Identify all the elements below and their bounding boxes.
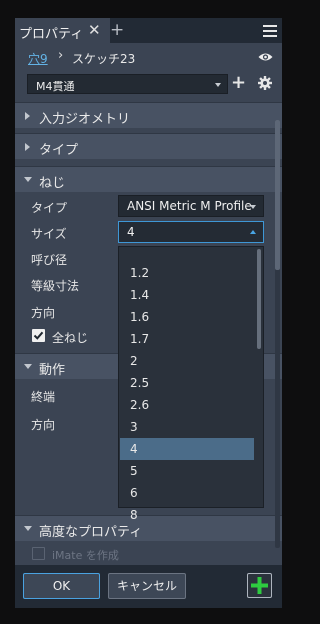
configuration-select[interactable]: M4貫通	[27, 74, 228, 94]
size-option-label: 1.6	[130, 310, 150, 324]
caret-down-icon	[215, 83, 221, 87]
breadcrumb-feature-link[interactable]: 穴9	[28, 50, 48, 66]
section-input-geometry[interactable]: 入力ジオメトリ	[15, 102, 282, 128]
footer: OK キャンセル	[15, 565, 282, 608]
imate-checkbox[interactable]	[32, 547, 45, 560]
section-thread[interactable]: ねじ	[15, 166, 282, 192]
breadcrumb-sketch[interactable]: スケッチ23	[72, 50, 135, 66]
size-option-label: 3	[130, 420, 138, 434]
size-option[interactable]: 6	[120, 482, 254, 504]
green-plus-icon	[251, 577, 268, 594]
size-option-label: 8	[130, 508, 138, 522]
size-option-label: 1.2	[130, 266, 150, 280]
add-preset-button[interactable]: +	[231, 72, 246, 94]
size-option[interactable]: 1.7	[120, 328, 254, 350]
chevron-right-icon: ›	[58, 48, 64, 63]
size-option-label: 2	[130, 354, 138, 368]
size-option-label: 1.4	[130, 288, 150, 302]
hamburger-menu-icon[interactable]	[263, 25, 277, 37]
size-option[interactable]: 2	[120, 350, 254, 372]
size-option-label: 2.6	[130, 398, 150, 412]
behavior-direction-label: 方向	[31, 418, 56, 432]
size-value: 4	[127, 225, 135, 239]
tab-bar: プロパティ ✕ +	[15, 18, 282, 43]
cancel-button[interactable]: キャンセル	[108, 573, 186, 599]
add-tab-icon[interactable]: +	[110, 20, 124, 40]
caret-up-icon	[250, 230, 256, 234]
thread-direction-label: 方向	[31, 306, 56, 320]
thread-type-value: ANSI Metric M Profile	[127, 199, 252, 213]
collapse-icon	[24, 526, 32, 531]
size-option[interactable]: 4	[120, 438, 254, 460]
class-label: 等級寸法	[31, 279, 80, 293]
panel-scrollbar-thumb[interactable]	[275, 120, 280, 270]
size-option[interactable]: 2.5	[120, 372, 254, 394]
size-option[interactable]: 8	[120, 504, 254, 526]
collapse-icon	[24, 364, 32, 369]
size-option[interactable]: 5	[120, 460, 254, 482]
section-title: ねじ	[39, 176, 66, 191]
close-icon[interactable]: ✕	[88, 21, 101, 39]
section-title: タイプ	[39, 143, 79, 158]
size-option[interactable]: 1.2	[120, 262, 254, 284]
thread-type-label: タイプ	[31, 201, 68, 215]
size-select[interactable]: 4	[118, 221, 264, 243]
ok-button[interactable]: OK	[23, 573, 100, 599]
collapse-icon	[24, 177, 32, 182]
size-option-label: 2.5	[130, 376, 150, 390]
size-option[interactable]: 2.6	[120, 394, 254, 416]
expand-icon	[25, 143, 30, 151]
tab-label: プロパティ	[19, 27, 84, 42]
panel-scrollbar[interactable]	[275, 120, 280, 548]
expand-icon	[25, 112, 30, 120]
imate-label: iMate を作成	[52, 549, 119, 562]
properties-panel: プロパティ ✕ + 穴9 › スケッチ23 M4貫通 + 入力ジオメトリ タイプ…	[15, 18, 282, 608]
add-new-button[interactable]	[247, 573, 272, 598]
eye-icon[interactable]	[258, 52, 273, 62]
size-option-label: 5	[130, 464, 138, 478]
size-option[interactable]: 1.6	[120, 306, 254, 328]
configuration-value: M4貫通	[36, 80, 75, 93]
full-thread-label: 全ねじ	[52, 331, 89, 345]
thread-type-select[interactable]: ANSI Metric M Profile	[118, 195, 264, 217]
termination-label: 終端	[31, 390, 56, 404]
gear-icon[interactable]	[258, 76, 272, 90]
section-title: 入力ジオメトリ	[39, 112, 131, 127]
size-option[interactable]: 3	[120, 416, 254, 438]
size-option[interactable]: 1.4	[120, 284, 254, 306]
full-thread-checkbox[interactable]	[32, 329, 45, 342]
caret-down-icon	[250, 205, 256, 209]
nominal-diameter-label: 呼び径	[31, 253, 68, 267]
size-label: サイズ	[31, 227, 67, 241]
section-title: 動作	[39, 363, 66, 378]
size-option-label: 1.7	[130, 332, 150, 346]
size-dropdown-list: 1.2 1.4 1.6 1.7 2 2.5 2.6 3 4 5 6 8	[118, 246, 264, 522]
dropdown-scrollbar[interactable]	[257, 249, 261, 349]
section-type[interactable]: タイプ	[15, 133, 282, 159]
check-icon	[33, 331, 44, 340]
size-option-label: 6	[130, 486, 138, 500]
tab-properties[interactable]: プロパティ ✕	[15, 18, 110, 43]
size-option-label: 4	[130, 442, 138, 456]
